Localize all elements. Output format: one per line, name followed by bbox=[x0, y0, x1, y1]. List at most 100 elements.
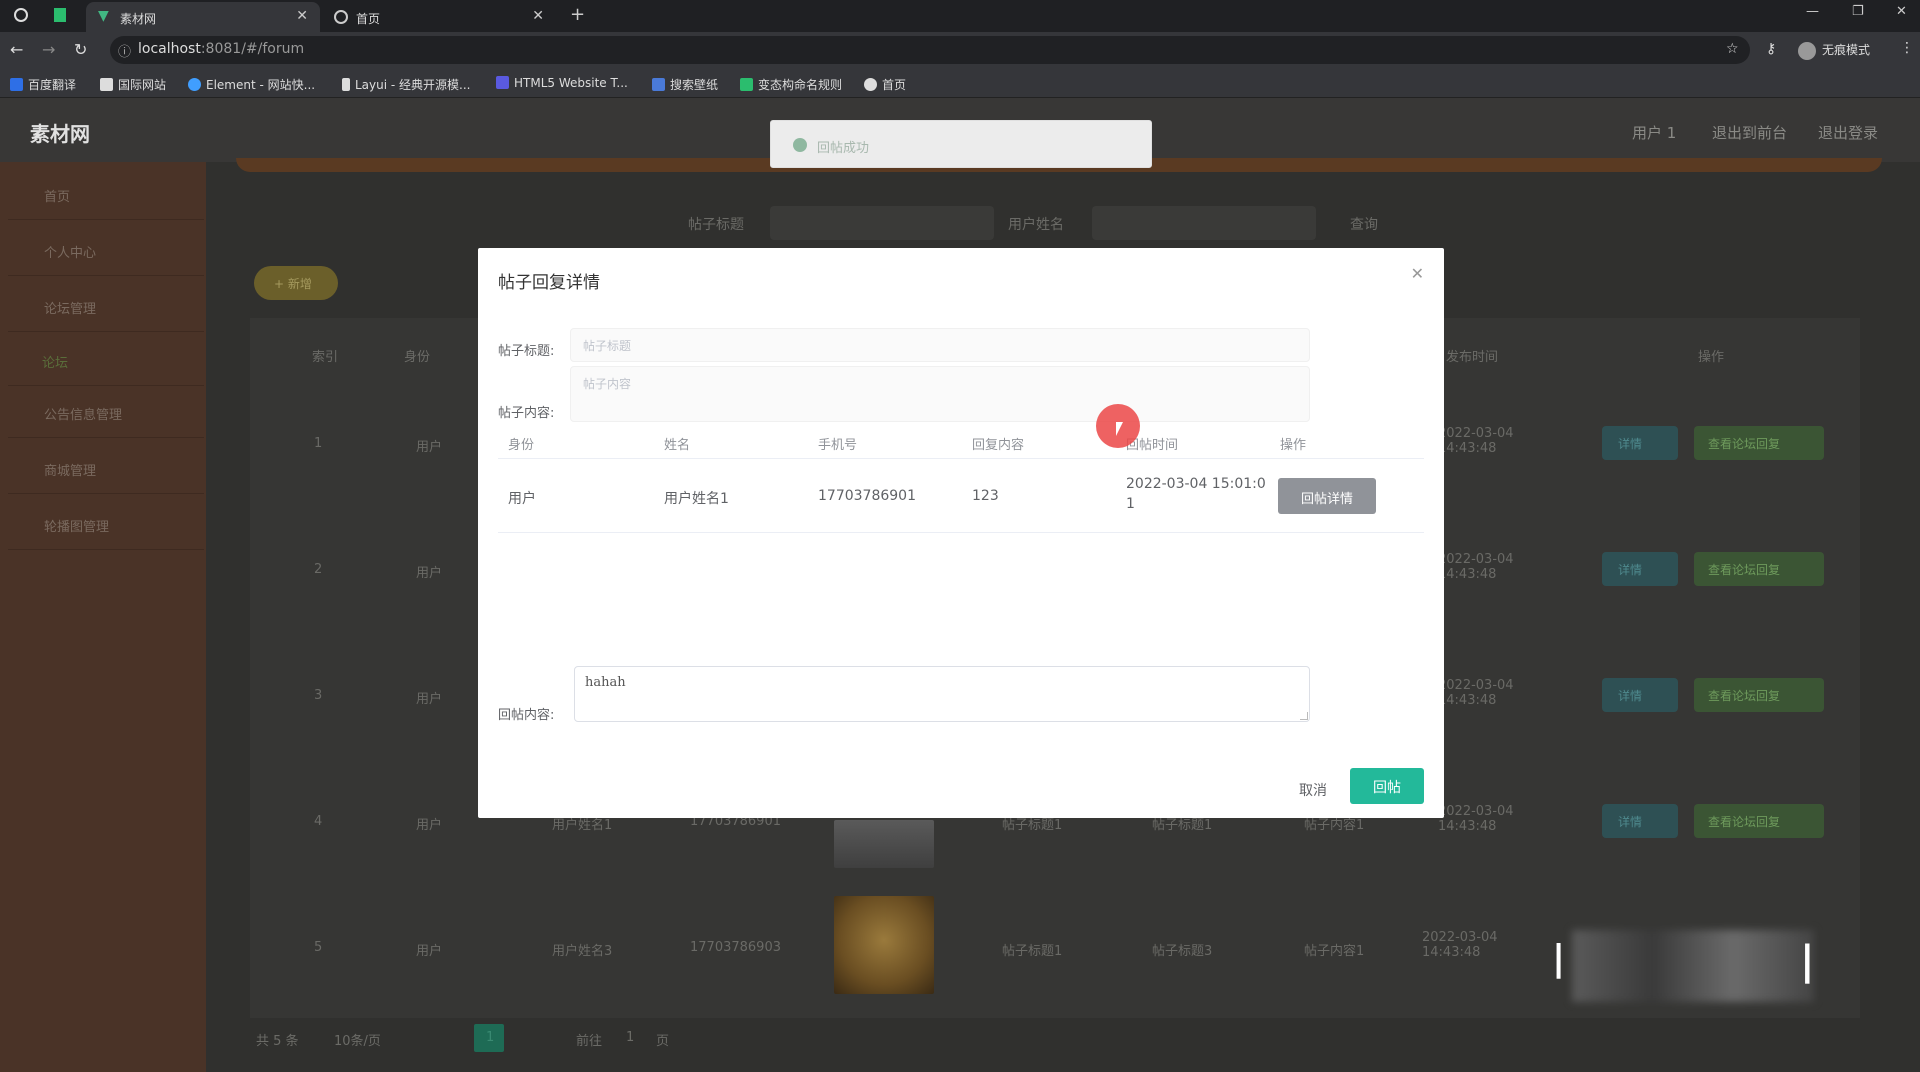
tab-title: 素材网 bbox=[120, 12, 157, 26]
th-role: 身份 bbox=[508, 438, 535, 453]
bookmark-item[interactable]: 国际网站 bbox=[100, 76, 166, 93]
row-name: 用户姓名3 bbox=[552, 944, 613, 959]
bookmark-item[interactable]: Layui - 经典开源模... bbox=[342, 76, 470, 93]
success-icon bbox=[793, 138, 807, 152]
th-name: 姓名 bbox=[664, 438, 691, 453]
reply-time: 2022-03-04 15:01:0 bbox=[1126, 476, 1266, 492]
row-index: 2 bbox=[314, 562, 323, 577]
tab-title: 首页 bbox=[356, 12, 381, 26]
element-icon bbox=[188, 78, 201, 91]
bookmark-item[interactable]: Element - 网站快... bbox=[188, 76, 315, 93]
filter-title-input[interactable] bbox=[770, 206, 994, 240]
flag-icon bbox=[100, 78, 113, 91]
blurred-watermark bbox=[1572, 930, 1814, 1002]
filter-name-input[interactable] bbox=[1092, 206, 1316, 240]
key-icon[interactable]: ⚷ bbox=[1766, 41, 1776, 57]
html5-icon bbox=[496, 76, 509, 89]
row-phone: 17703786903 bbox=[690, 940, 781, 955]
screen: { "browser": { "tabs": [ {"title": "素材网"… bbox=[0, 0, 1920, 1072]
post-title-input[interactable]: 帖子标题 bbox=[570, 328, 1310, 362]
url-field[interactable]: ⓘ localhost:8081/#/forum bbox=[110, 36, 1750, 64]
app-title: 素材网 bbox=[30, 122, 90, 146]
bookmark-item[interactable]: 百度翻译 bbox=[10, 76, 76, 93]
vue-icon: ▼ bbox=[98, 8, 109, 24]
incognito-indicator[interactable]: 无痕模式 bbox=[1798, 41, 1870, 60]
dialog-title: 帖子回复详情 bbox=[498, 273, 600, 293]
browser-icon bbox=[14, 8, 28, 22]
row-role: 用户 bbox=[416, 944, 443, 959]
browser-tabstrip: ▼ 素材网 ✕ 首页 ✕ + — ❐ ✕ bbox=[0, 0, 1920, 32]
url-host: localhost bbox=[138, 41, 201, 57]
post-content-textarea[interactable]: 帖子内容 bbox=[570, 366, 1310, 422]
bookmark-label: Element - 网站快... bbox=[206, 78, 316, 92]
sidebar-item-carousel[interactable]: 轮播图管理 bbox=[8, 502, 204, 550]
row-view-replies-button[interactable]: 查看论坛回复 bbox=[1694, 552, 1824, 586]
cancel-button[interactable]: 取消 bbox=[1288, 772, 1338, 806]
submit-reply-button[interactable]: 回帖 bbox=[1350, 768, 1424, 804]
pager-total: 共 5 条 bbox=[256, 1034, 299, 1049]
close-tab-icon[interactable]: ✕ bbox=[532, 8, 544, 24]
row-index: 3 bbox=[314, 688, 323, 703]
row-detail-button[interactable]: 详情 bbox=[1602, 804, 1678, 838]
row-view-replies-button[interactable]: 查看论坛回复 bbox=[1694, 678, 1824, 712]
sidebar-item-profile[interactable]: 个人中心 bbox=[8, 228, 204, 276]
bookmark-star-icon[interactable]: ☆ bbox=[1726, 41, 1739, 57]
bookmark-label: HTML5 Website T... bbox=[514, 76, 628, 90]
row-detail-button[interactable]: 详情 bbox=[1602, 678, 1678, 712]
pager-goto-input[interactable]: 1 bbox=[626, 1030, 634, 1045]
table-row-divider bbox=[498, 532, 1424, 533]
row-view-replies-button[interactable]: 查看论坛回复 bbox=[1694, 426, 1824, 460]
row-time: 2022-03-04 14:43:48 bbox=[1422, 930, 1498, 960]
close-tab-icon[interactable]: ✕ bbox=[296, 8, 308, 24]
row-index: 5 bbox=[314, 940, 323, 955]
wallpaper-icon bbox=[652, 78, 665, 91]
browser-menu-icon[interactable]: ⋮ bbox=[1900, 40, 1914, 56]
post-title-label: 帖子标题: bbox=[498, 344, 555, 359]
reply-detail-button[interactable]: 回帖详情 bbox=[1278, 478, 1376, 514]
row-detail-button[interactable]: 详情 bbox=[1602, 426, 1678, 460]
bookmark-item[interactable]: HTML5 Website T... bbox=[496, 76, 628, 90]
pager-size[interactable]: 10条/页 bbox=[334, 1030, 381, 1049]
reply-content-label: 回帖内容: bbox=[498, 708, 555, 723]
tab-sucaiwang[interactable]: ▼ 素材网 ✕ bbox=[86, 2, 320, 32]
user-label: 用户 1 bbox=[1632, 124, 1677, 142]
forward-icon[interactable]: → bbox=[42, 40, 55, 59]
minimize-icon[interactable]: — bbox=[1806, 4, 1819, 19]
search-button[interactable]: 查询 bbox=[1350, 214, 1378, 234]
sidebar-item-notice[interactable]: 公告信息管理 bbox=[8, 390, 204, 438]
filter-title-label: 帖子标题 bbox=[688, 217, 744, 233]
row-role: 用户 bbox=[416, 692, 443, 707]
bookmark-item[interactable]: 首页 bbox=[864, 76, 906, 93]
tab-home[interactable]: 首页 ✕ bbox=[322, 2, 556, 32]
row-time: 2022-03-04 14:43:48 bbox=[1438, 678, 1514, 708]
logout-link[interactable]: 退出登录 bbox=[1818, 122, 1878, 143]
add-button[interactable]: + 新增 bbox=[254, 266, 338, 300]
sidebar-item-shop[interactable]: 商城管理 bbox=[8, 446, 204, 494]
row-view-replies-button[interactable]: 查看论坛回复 bbox=[1694, 804, 1824, 838]
sidebar-item-forum[interactable]: 论坛 bbox=[8, 338, 204, 386]
bookmarks-bar: 百度翻译 国际网站 Element - 网站快... Layui - 经典开源模… bbox=[0, 68, 1920, 98]
reload-icon[interactable]: ↻ bbox=[74, 40, 87, 59]
table-header-divider bbox=[498, 458, 1424, 459]
bookmark-item[interactable]: 搜索壁纸 bbox=[652, 76, 718, 93]
bookmark-label: 变态构命名规则 bbox=[758, 78, 843, 92]
reply-phone: 17703786901 bbox=[818, 488, 916, 504]
th-time: 发布时间 bbox=[1446, 350, 1499, 365]
back-icon[interactable]: ← bbox=[10, 40, 23, 59]
restore-icon[interactable]: ❐ bbox=[1852, 4, 1864, 19]
app-favicon bbox=[54, 8, 66, 22]
row-body: 帖子内容1 bbox=[1304, 944, 1365, 959]
row-content: 帖子标题3 bbox=[1152, 944, 1213, 959]
bookmark-item[interactable]: 变态构命名规则 bbox=[740, 76, 842, 93]
front-link[interactable]: 退出到前台 bbox=[1712, 122, 1787, 143]
reply-textarea[interactable]: hahah bbox=[574, 666, 1310, 722]
close-icon[interactable]: ✕ bbox=[1411, 264, 1424, 283]
row-detail-button[interactable]: 详情 bbox=[1602, 552, 1678, 586]
new-tab-icon[interactable]: + bbox=[570, 4, 585, 25]
sidebar-item-forum-mgmt[interactable]: 论坛管理 bbox=[8, 284, 204, 332]
resize-grip-icon[interactable] bbox=[1300, 712, 1308, 720]
close-window-icon[interactable]: ✕ bbox=[1896, 4, 1907, 19]
sidebar-item-home[interactable]: 首页 bbox=[8, 172, 204, 220]
th-reply-content: 回复内容 bbox=[972, 438, 1025, 453]
incognito-label: 无痕模式 bbox=[1822, 43, 1871, 57]
